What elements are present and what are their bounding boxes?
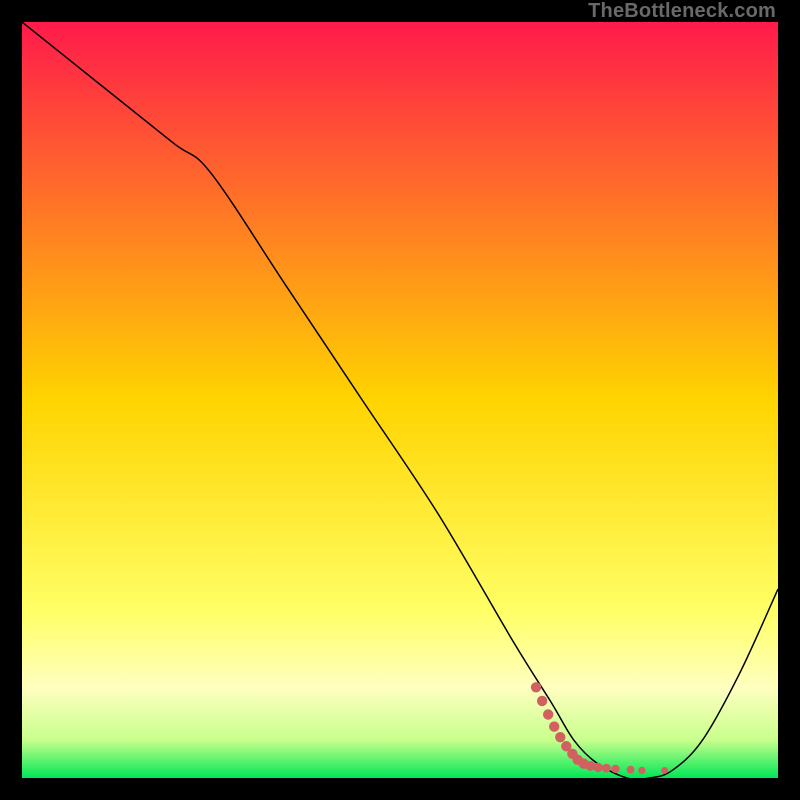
optimal-marker-dot xyxy=(661,767,668,774)
optimal-marker-dot xyxy=(537,696,547,706)
optimal-marker-dot xyxy=(549,721,559,731)
optimal-marker-dot xyxy=(543,709,553,719)
optimal-marker-dot xyxy=(555,732,565,742)
gradient-background xyxy=(22,22,778,778)
optimal-marker-dot xyxy=(531,682,541,692)
optimal-marker-dot xyxy=(627,766,635,774)
chart-canvas xyxy=(22,22,778,778)
watermark-text: TheBottleneck.com xyxy=(588,0,776,23)
optimal-marker-dot xyxy=(602,764,611,773)
optimal-marker-dot xyxy=(593,763,602,772)
optimal-marker-dot xyxy=(638,767,645,774)
optimal-marker-dot xyxy=(611,765,619,773)
chart-svg xyxy=(22,22,778,778)
